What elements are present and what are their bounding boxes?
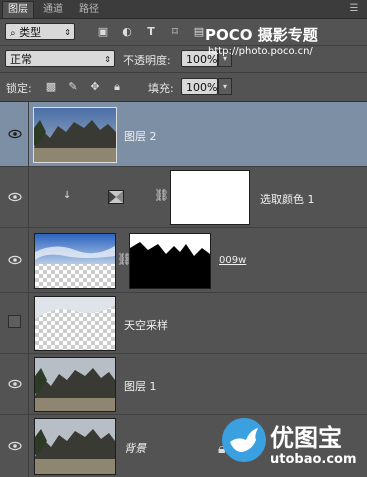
lock-position-move-icon[interactable]: ✥ <box>88 80 102 94</box>
layer-name: 背景 <box>124 442 146 455</box>
fill-dropdown-arrow[interactable]: ▾ <box>218 78 232 95</box>
fill-input[interactable]: 100% <box>181 78 218 95</box>
type-filter-icon[interactable]: T <box>144 25 158 39</box>
blend-mode-select[interactable]: 正常 ⇕ <box>5 50 115 67</box>
layer-thumbnail <box>34 233 116 289</box>
utobao-watermark: 优图宝 utobao.com <box>220 412 367 477</box>
smart-object-filter-icon[interactable]: ▤ <box>192 25 206 39</box>
layer-name: 选取颜色 1 <box>260 193 315 206</box>
layer-row-selective-color-1[interactable]: ↓ ⛓︎ 选取颜色 1 <box>0 167 367 228</box>
layer-name: 图层 1 <box>124 380 157 393</box>
filter-row: ⌕ 类型 ⇕ ▣ ◐ T ⌑ ▤ POCO 摄影专题 <box>0 19 367 46</box>
chain-link-icon[interactable]: ⛓︎ <box>154 188 169 202</box>
castle-photo-thumbnail <box>35 358 115 411</box>
tab-layers[interactable]: 图层 <box>2 1 34 18</box>
panel-tab-bar: 图层 通道 路径 ☰ <box>0 0 367 19</box>
poco-url-watermark: http://photo.poco.cn/ <box>208 46 313 57</box>
tab-channels[interactable]: 通道 <box>38 2 68 18</box>
utobao-url-text: utobao.com <box>270 452 357 467</box>
layer-thumbnail <box>34 296 116 351</box>
layer-row-layer-2[interactable]: 图层 2 <box>0 102 367 167</box>
layer-name: 009w <box>219 255 247 266</box>
layer-thumbnail <box>33 107 117 163</box>
visibility-cell[interactable] <box>0 293 29 353</box>
layer-thumbnail <box>34 357 116 412</box>
blend-mode-value: 正常 <box>10 53 32 66</box>
eye-icon[interactable] <box>8 441 22 451</box>
eye-icon[interactable] <box>8 129 22 139</box>
fill-label: 填充: <box>148 82 174 95</box>
layer-thumbnail <box>34 418 116 475</box>
clipping-arrow-icon: ↓ <box>63 190 72 201</box>
chevron-updown-icon: ⇕ <box>104 55 111 64</box>
layer-mask-thumbnail[interactable] <box>129 233 211 289</box>
visibility-cell[interactable] <box>0 415 29 477</box>
tab-paths[interactable]: 路径 <box>74 2 104 18</box>
sky-sample-thumbnail <box>35 297 115 319</box>
layer-mask-thumbnail[interactable] <box>170 170 250 225</box>
filter-kind-select[interactable]: ⌕ 类型 ⇕ <box>5 23 75 40</box>
layer-row-layer-1[interactable]: 图层 1 <box>0 354 367 415</box>
search-icon: ⌕ <box>10 28 16 39</box>
opacity-label: 不透明度: <box>123 54 171 67</box>
layer-name: 图层 2 <box>124 130 157 143</box>
chevron-updown-icon: ⇕ <box>64 28 71 37</box>
sky-photo-thumbnail <box>35 234 115 264</box>
visibility-cell[interactable] <box>0 167 29 227</box>
adjustment-filter-icon[interactable]: ◐ <box>120 25 134 39</box>
lock-all-icon[interactable]: 🔒︎ <box>110 80 124 94</box>
visibility-cell[interactable] <box>0 228 29 292</box>
poco-watermark: POCO 摄影专题 <box>205 26 318 44</box>
selective-color-adjustment-icon <box>108 190 124 204</box>
visibility-cell[interactable] <box>0 354 29 414</box>
bird-logo-icon <box>222 418 266 462</box>
layer-row-sky-sample[interactable]: 天空采样 <box>0 293 367 354</box>
castle-photo-thumbnail <box>34 108 116 162</box>
layer-name: 天空采样 <box>124 319 168 332</box>
visibility-toggle-off[interactable] <box>8 315 21 328</box>
panel-menu-icon[interactable]: ☰ <box>345 2 363 16</box>
blend-row: 正常 ⇕ 不透明度: 100% ▾ http://photo.poco.cn/ <box>0 46 367 73</box>
image-filter-icon[interactable]: ▣ <box>96 25 110 39</box>
sky-mask-thumbnail <box>130 234 210 256</box>
layer-row-009w[interactable]: ⛓︎ 009w <box>0 228 367 293</box>
lock-row: 锁定: ▩ ✎ ✥ 🔒︎ 填充: 100% ▾ <box>0 73 367 102</box>
eye-icon[interactable] <box>8 192 22 202</box>
lock-transparency-icon[interactable]: ▩ <box>44 80 58 94</box>
utobao-brand-text: 优图宝 <box>270 424 342 452</box>
castle-photo-thumbnail <box>35 419 115 474</box>
visibility-cell[interactable] <box>0 102 29 166</box>
eye-icon[interactable] <box>8 379 22 389</box>
lock-image-brush-icon[interactable]: ✎ <box>66 80 80 94</box>
eye-icon[interactable] <box>8 255 22 265</box>
lock-label: 锁定: <box>6 82 32 95</box>
shape-filter-icon[interactable]: ⌑ <box>168 25 182 39</box>
filter-kind-label: 类型 <box>19 26 42 39</box>
